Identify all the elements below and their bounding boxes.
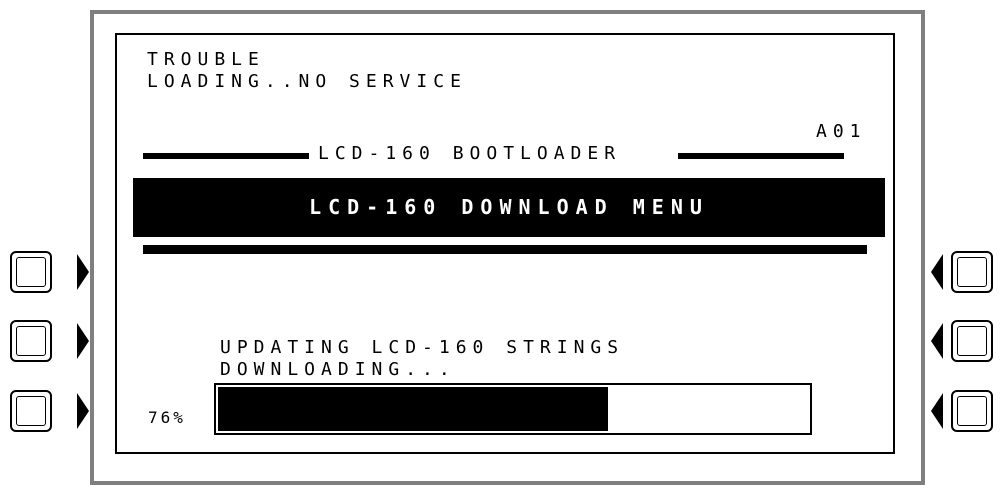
progress-state: DOWNLOADING...	[220, 359, 456, 380]
arrow-left-icon	[931, 323, 943, 359]
header-rule-right	[678, 153, 844, 159]
arrow-left-icon	[931, 254, 943, 290]
soft-key-left-2[interactable]	[10, 320, 52, 362]
menu-banner: LCD-160 DOWNLOAD MENU	[133, 178, 885, 237]
soft-key-left-1[interactable]	[10, 251, 52, 293]
soft-key-right-2[interactable]	[951, 320, 993, 362]
status-line-trouble: TROUBLE	[147, 49, 265, 70]
progress-fill	[218, 387, 608, 431]
status-line-loading: LOADING..NO SERVICE	[147, 71, 467, 92]
arrow-right-icon	[77, 254, 89, 290]
progress-percent: 76%	[148, 408, 186, 427]
menu-title: LCD-160 DOWNLOAD MENU	[309, 195, 709, 219]
soft-key-right-3[interactable]	[951, 390, 993, 432]
header-rule-left	[143, 153, 309, 159]
arrow-right-icon	[77, 323, 89, 359]
header-title: LCD-160 BOOTLOADER	[318, 143, 622, 164]
progress-bar	[214, 383, 812, 435]
arrow-left-icon	[931, 393, 943, 429]
soft-key-right-1[interactable]	[951, 251, 993, 293]
menu-divider	[143, 245, 867, 254]
status-code: A01	[816, 121, 867, 142]
arrow-right-icon	[77, 393, 89, 429]
progress-message: UPDATING LCD-160 STRINGS	[220, 337, 625, 358]
soft-key-left-3[interactable]	[10, 390, 52, 432]
